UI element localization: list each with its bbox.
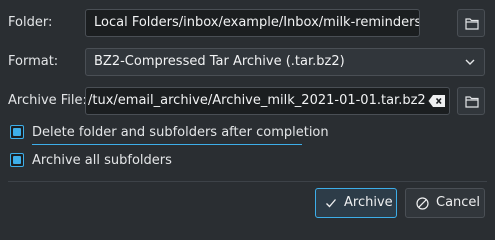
archive-button[interactable]: Archive — [315, 188, 397, 218]
format-select[interactable]: BZ2-Compressed Tar Archive (.tar.bz2) — [85, 48, 485, 76]
delete-folder-label: Delete folder and subfolders after compl… — [32, 125, 329, 140]
cancel-icon — [416, 197, 429, 210]
separator — [8, 181, 487, 182]
folder-field[interactable]: Local Folders/inbox/example/Inbox/milk-r… — [85, 9, 420, 37]
cancel-button[interactable]: Cancel — [405, 188, 485, 218]
delete-folder-checkbox[interactable] — [10, 125, 24, 139]
cancel-button-label: Cancel — [436, 195, 481, 210]
format-label: Format: — [8, 54, 59, 69]
archive-file-label: Archive File: — [8, 93, 87, 108]
checkbox-checked-mark — [13, 156, 21, 164]
folder-row: Folder: Local Folders/inbox/example/Inbo… — [0, 9, 495, 37]
folder-open-icon — [465, 96, 479, 108]
archive-subfolders-label: Archive all subfolders — [32, 153, 172, 168]
archive-file-field[interactable]: /tux/email_archive/Archive_milk_2021-01-… — [85, 87, 450, 115]
folder-value: Local Folders/inbox/example/Inbox/milk-r… — [94, 15, 420, 30]
chevron-down-icon — [465, 59, 475, 65]
checkmark-icon — [326, 199, 336, 208]
archive-subfolders-checkbox[interactable] — [10, 153, 24, 167]
focus-underline — [32, 144, 302, 145]
folder-label: Folder: — [8, 15, 53, 30]
archive-file-row: Archive File: /tux/email_archive/Archive… — [0, 87, 495, 115]
folder-open-icon — [465, 18, 479, 30]
clear-text-icon[interactable] — [428, 94, 446, 108]
archive-file-browse-button[interactable] — [457, 87, 485, 115]
archive-button-label: Archive — [344, 195, 393, 210]
format-row: Format: BZ2-Compressed Tar Archive (.tar… — [0, 48, 495, 76]
checkbox-checked-mark — [13, 128, 21, 136]
format-selected-value: BZ2-Compressed Tar Archive (.tar.bz2) — [94, 54, 345, 69]
archive-file-value: /tux/email_archive/Archive_milk_2021-01-… — [88, 93, 426, 108]
archive-subfolders-option[interactable]: Archive all subfolders — [10, 151, 210, 171]
delete-folder-option[interactable]: Delete folder and subfolders after compl… — [10, 123, 329, 145]
folder-browse-button[interactable] — [457, 9, 485, 37]
